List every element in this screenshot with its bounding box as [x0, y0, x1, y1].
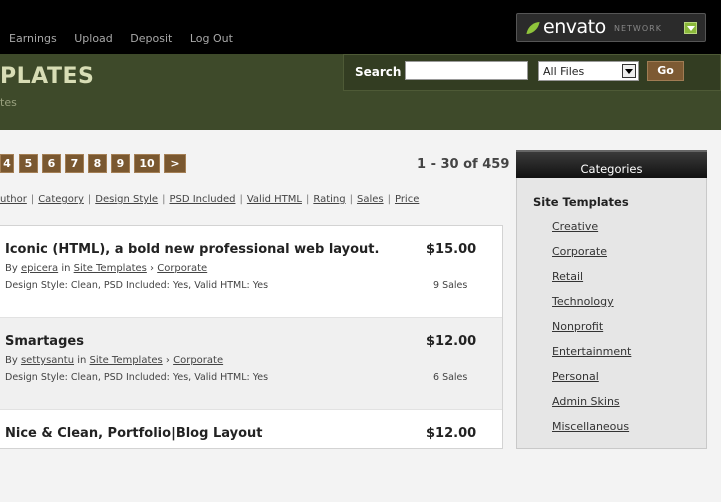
separator: |: [387, 194, 391, 205]
item-sales: 6 Sales: [433, 372, 468, 383]
subcategory-link[interactable]: Corporate: [173, 355, 223, 366]
sort-rating[interactable]: Rating: [313, 194, 345, 205]
category-link[interactable]: Site Templates: [74, 263, 147, 274]
top-bar: Earnings Upload Deposit Log Out envato N…: [0, 0, 721, 54]
search-label: Search: [355, 65, 402, 79]
page-next[interactable]: >: [164, 154, 186, 173]
categories-header: Categories: [516, 150, 707, 178]
page-title: PLATES: [0, 64, 95, 89]
search-input[interactable]: [405, 61, 528, 80]
envato-logo-text: envato: [543, 16, 606, 38]
item-details: Design Style: Clean, PSD Included: Yes, …: [5, 280, 269, 291]
nav-logout[interactable]: Log Out: [190, 32, 233, 45]
category-personal[interactable]: Personal: [552, 370, 599, 383]
sort-valid-html[interactable]: Valid HTML: [247, 194, 302, 205]
file-type-selected: All Files: [543, 65, 585, 78]
page-subtitle: tes: [0, 96, 17, 109]
category-retail[interactable]: Retail: [552, 270, 583, 283]
subcategory-link[interactable]: Corporate: [157, 263, 207, 274]
separator: |: [30, 194, 35, 205]
sort-psd-included[interactable]: PSD Included: [169, 194, 235, 205]
list-item[interactable]: Smartages By settysantu in Site Template…: [0, 318, 502, 410]
item-name[interactable]: Nice & Clean, Portfolio|Blog Layout: [5, 426, 262, 441]
category-technology[interactable]: Technology: [552, 295, 614, 308]
item-price: $12.00: [426, 426, 477, 441]
envato-leaf-icon: [526, 22, 540, 34]
sort-author[interactable]: uthor: [0, 194, 27, 205]
author-link[interactable]: settysantu: [21, 355, 74, 366]
network-label: NETWORK: [614, 24, 662, 33]
nav-earnings[interactable]: Earnings: [9, 32, 57, 45]
page-9[interactable]: 9: [111, 154, 130, 173]
nav-deposit[interactable]: Deposit: [130, 32, 172, 45]
page-7[interactable]: 7: [65, 154, 84, 173]
item-name[interactable]: Iconic (HTML), a bold new professional w…: [5, 242, 379, 257]
result-count: 1 - 30 of 459: [417, 157, 510, 172]
category-entertainment[interactable]: Entertainment: [552, 345, 631, 358]
sort-sales[interactable]: Sales: [357, 194, 384, 205]
item-byline: By epicera in Site Templates › Corporate: [5, 263, 208, 274]
item-price: $15.00: [426, 242, 477, 257]
list-item[interactable]: Nice & Clean, Portfolio|Blog Layout $12.…: [0, 410, 502, 502]
page-5[interactable]: 5: [19, 154, 38, 173]
envato-network-widget[interactable]: envato NETWORK: [516, 13, 706, 42]
select-arrow-icon[interactable]: [622, 64, 636, 78]
item-name[interactable]: Smartages: [5, 334, 84, 349]
item-details: Design Style: Clean, PSD Included: Yes, …: [5, 372, 269, 383]
category-creative[interactable]: Creative: [552, 220, 598, 233]
network-dropdown-icon[interactable]: [684, 22, 697, 34]
page-4[interactable]: 4: [0, 154, 14, 173]
sort-bar: uthor | Category | Design Style | PSD Included…: [0, 194, 419, 205]
sidebar-section-title: Site Templates: [533, 195, 629, 209]
sort-category[interactable]: Category: [38, 194, 84, 205]
list-item[interactable]: Iconic (HTML), a bold new professional w…: [0, 226, 502, 318]
category-admin-skins[interactable]: Admin Skins: [552, 395, 620, 408]
in-word: in: [61, 263, 71, 274]
separator: |: [349, 194, 353, 205]
in-word: in: [77, 355, 87, 366]
separator: |: [305, 194, 310, 205]
category-corporate[interactable]: Corporate: [552, 245, 607, 258]
category-nonprofit[interactable]: Nonprofit: [552, 320, 603, 333]
item-byline: By settysantu in Site Templates › Corpor…: [5, 355, 224, 366]
category-miscellaneous[interactable]: Miscellaneous: [552, 420, 629, 433]
file-type-select[interactable]: All Files: [538, 61, 639, 81]
page-10[interactable]: 10: [134, 154, 160, 173]
page-8[interactable]: 8: [88, 154, 107, 173]
item-sales: 9 Sales: [433, 280, 468, 291]
separator: |: [87, 194, 92, 205]
item-price: $12.00: [426, 334, 477, 349]
page-6[interactable]: 6: [42, 154, 61, 173]
by-prefix: By: [5, 355, 18, 366]
go-button[interactable]: Go: [647, 61, 684, 81]
sort-design-style[interactable]: Design Style: [95, 194, 158, 205]
author-link[interactable]: epicera: [21, 263, 58, 274]
item-list: Iconic (HTML), a bold new professional w…: [0, 225, 503, 449]
nav-upload[interactable]: Upload: [74, 32, 113, 45]
sort-price[interactable]: Price: [395, 194, 419, 205]
separator: |: [162, 194, 166, 205]
separator: |: [239, 194, 243, 205]
by-prefix: By: [5, 263, 18, 274]
top-nav: Earnings Upload Deposit Log Out: [9, 32, 247, 45]
category-link[interactable]: Site Templates: [90, 355, 163, 366]
